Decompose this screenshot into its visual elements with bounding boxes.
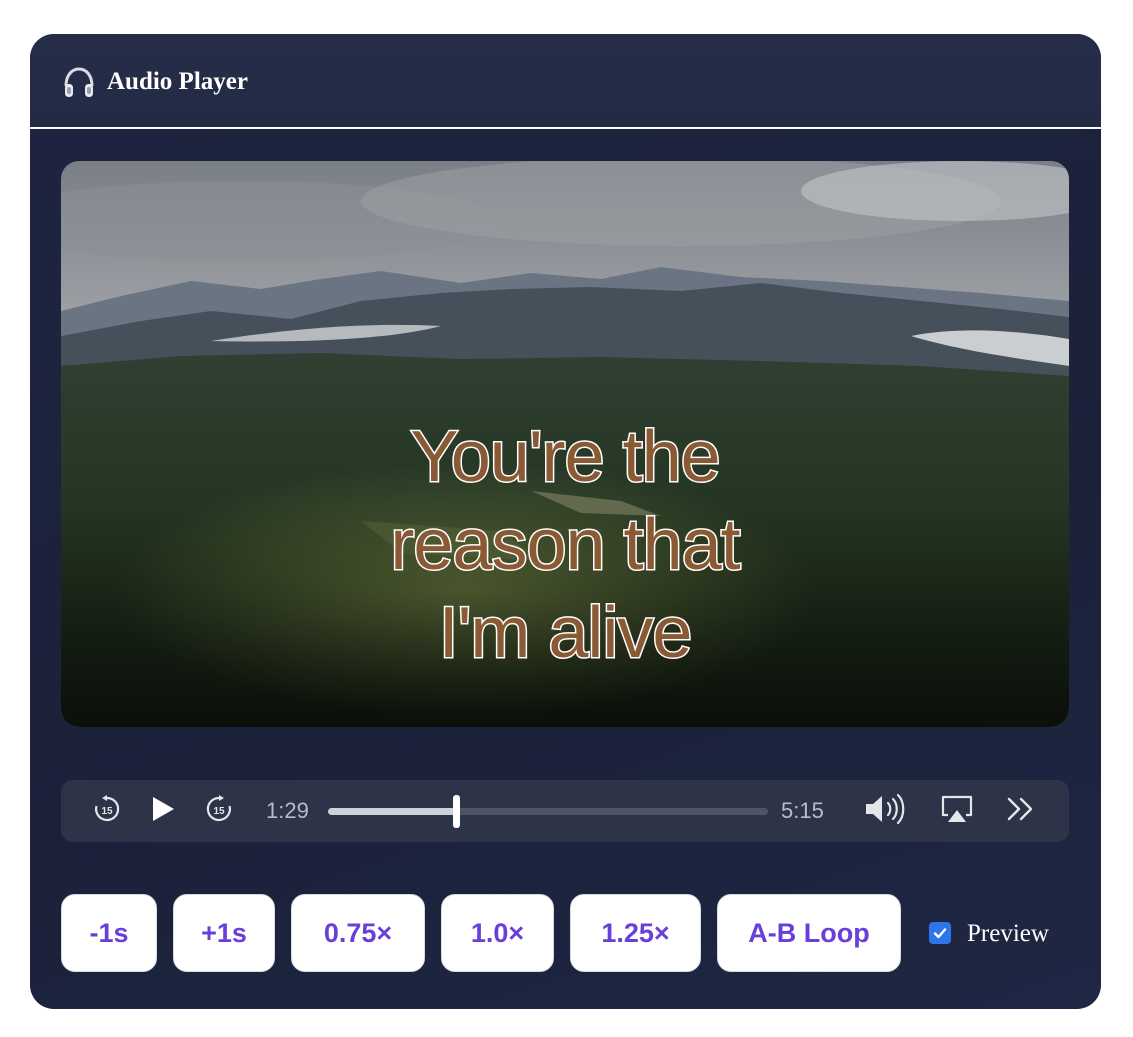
progress-fill bbox=[328, 808, 456, 815]
skip-seconds: 15 bbox=[101, 806, 113, 817]
forward-15-button[interactable]: 15 bbox=[202, 780, 236, 842]
speed-100-button[interactable]: 1.0× bbox=[441, 894, 554, 972]
lyric-text: You're the reason that I'm alive bbox=[315, 413, 815, 677]
progress-thumb[interactable] bbox=[453, 795, 460, 828]
preview-checkbox[interactable] bbox=[929, 922, 951, 944]
lyric-line: reason that bbox=[389, 504, 742, 587]
player-header: Audio Player bbox=[30, 34, 1101, 129]
ab-loop-button[interactable]: A-B Loop bbox=[717, 894, 901, 972]
preview-label[interactable]: Preview bbox=[967, 920, 1049, 948]
minus-1s-button[interactable]: -1s bbox=[61, 894, 157, 972]
more-button[interactable] bbox=[1001, 780, 1041, 842]
play-button[interactable] bbox=[146, 780, 180, 842]
airplay-button[interactable] bbox=[937, 780, 977, 842]
airplay-icon bbox=[940, 794, 974, 829]
plus-1s-button[interactable]: +1s bbox=[173, 894, 275, 972]
playback-controls: 15 15 1:29 5:15 bbox=[61, 780, 1069, 842]
speed-125-button[interactable]: 1.25× bbox=[570, 894, 701, 972]
play-icon bbox=[150, 795, 176, 828]
forward-15-icon: 15 bbox=[204, 794, 234, 829]
rewind-15-button[interactable]: 15 bbox=[90, 780, 124, 842]
speed-075-button[interactable]: 0.75× bbox=[291, 894, 425, 972]
video-frame[interactable]: You're the reason that I'm alive bbox=[61, 161, 1069, 727]
page-title: Audio Player bbox=[107, 68, 248, 95]
audio-player-card: Audio Player You're the reason that I'm … bbox=[30, 34, 1101, 1009]
duration-time: 5:15 bbox=[781, 798, 824, 823]
rewind-15-icon: 15 bbox=[92, 794, 122, 829]
current-time: 1:29 bbox=[266, 798, 309, 823]
action-buttons: -1s +1s 0.75× 1.0× 1.25× A-B Loop Previe… bbox=[61, 894, 1069, 972]
lyric-line: I'm alive bbox=[437, 592, 694, 675]
volume-icon bbox=[863, 792, 909, 831]
volume-button[interactable] bbox=[861, 780, 911, 842]
headphones-icon bbox=[62, 66, 96, 100]
chevrons-right-icon bbox=[1005, 795, 1037, 828]
lyric-line: You're the bbox=[409, 416, 722, 499]
skip-seconds: 15 bbox=[213, 806, 225, 817]
checkmark-icon bbox=[933, 928, 947, 939]
progress-slider[interactable] bbox=[328, 795, 768, 828]
